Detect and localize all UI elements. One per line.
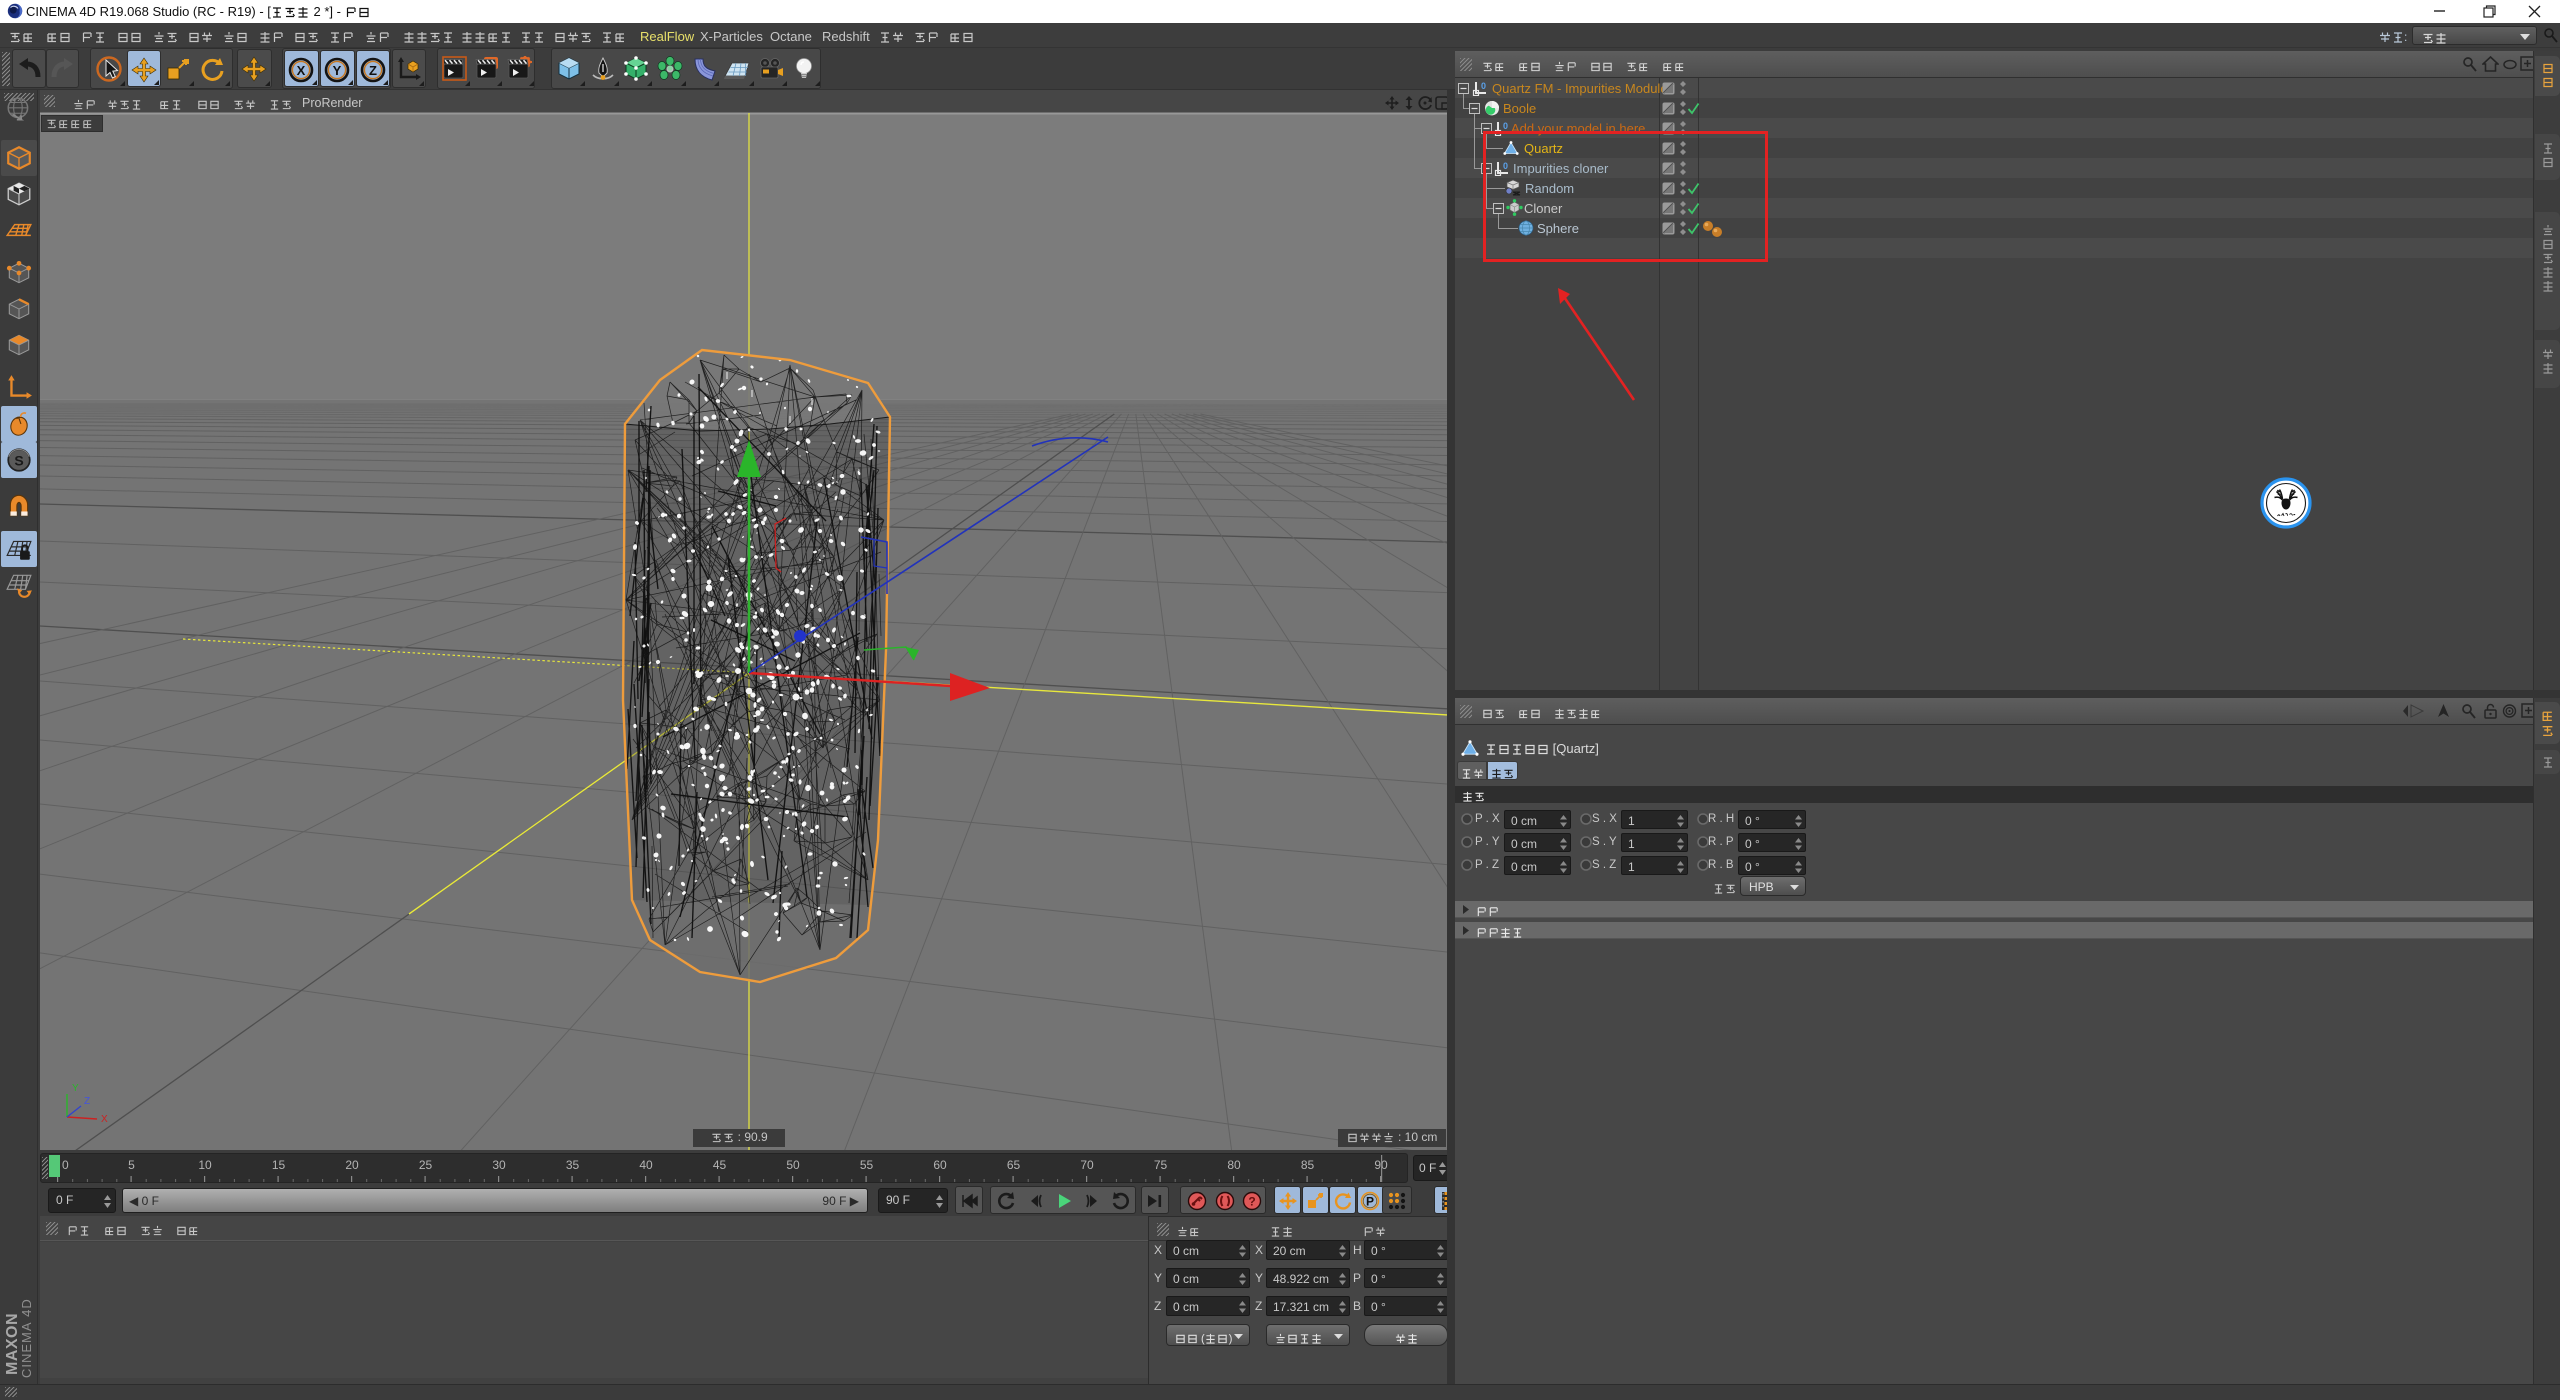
svg-text:85: 85 (1301, 1158, 1315, 1172)
svg-text:?: ? (1248, 1195, 1255, 1209)
svg-text:70: 70 (1080, 1158, 1094, 1172)
svg-text:60: 60 (933, 1158, 947, 1172)
svg-text:80: 80 (1227, 1158, 1241, 1172)
svg-text:0: 0 (1503, 121, 1508, 131)
svg-text:30: 30 (492, 1158, 506, 1172)
svg-text:0: 0 (62, 1158, 69, 1172)
svg-text:55: 55 (860, 1158, 874, 1172)
svg-text:X: X (101, 1114, 108, 1125)
svg-text:S: S (14, 452, 23, 468)
svg-text:50: 50 (786, 1158, 800, 1172)
svg-text:0: 0 (1481, 81, 1486, 91)
svg-text:10: 10 (198, 1158, 212, 1172)
svg-text:X: X (297, 63, 306, 78)
svg-text:35: 35 (566, 1158, 580, 1172)
svg-text:40: 40 (639, 1158, 653, 1172)
svg-text:75: 75 (1154, 1158, 1168, 1172)
svg-text:Z: Z (369, 63, 377, 78)
svg-text:45: 45 (713, 1158, 727, 1172)
svg-text:Y: Y (72, 1083, 79, 1094)
svg-text:25: 25 (419, 1158, 433, 1172)
svg-text:15: 15 (272, 1158, 286, 1172)
svg-text:65: 65 (1007, 1158, 1021, 1172)
svg-text:Z: Z (84, 1096, 90, 1107)
svg-text:P: P (1366, 1195, 1374, 1209)
svg-text:Y: Y (333, 63, 342, 78)
svg-text:5: 5 (128, 1158, 135, 1172)
svg-text:20: 20 (345, 1158, 359, 1172)
